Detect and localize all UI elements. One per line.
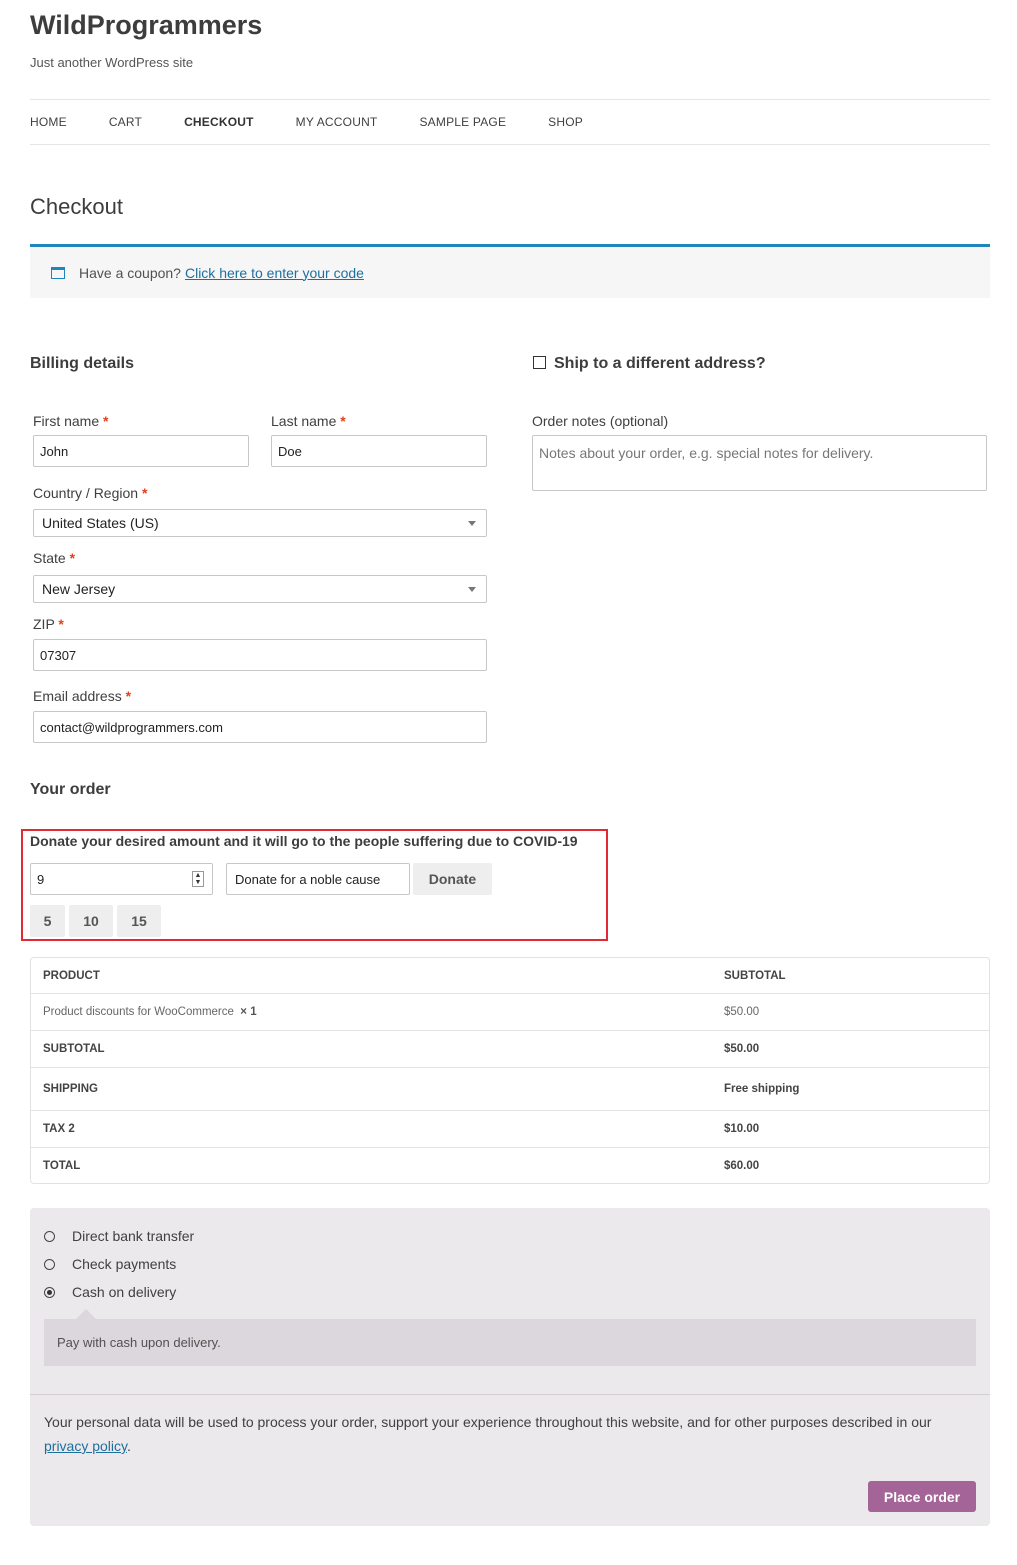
nav-divider-bottom [30, 144, 990, 145]
payment-method-bacs[interactable]: Direct bank transfer [44, 1228, 194, 1244]
chevron-down-icon [468, 586, 476, 592]
donation-amount-input[interactable]: 9 ▲ ▼ [30, 863, 213, 895]
coupon-notice: Have a coupon? Click here to enter your … [30, 244, 990, 298]
order-review-table: PRODUCT SUBTOTAL Product discounts for W… [30, 957, 990, 1184]
order-notes-label: Order notes (optional) [532, 413, 669, 429]
donation-cause-input[interactable]: Donate for a noble cause [226, 863, 410, 895]
subtotal-value: $50.00 [724, 1043, 760, 1055]
privacy-policy-link[interactable]: privacy policy [44, 1438, 127, 1454]
subtotal-label: SUBTOTAL [43, 1043, 105, 1055]
site-tagline: Just another WordPress site [30, 55, 194, 70]
radio-icon[interactable] [44, 1258, 55, 1270]
main-navigation: HOME CART CHECKOUT MY ACCOUNT SAMPLE PAG… [30, 100, 990, 144]
ship-different-address[interactable]: Ship to a different address? [533, 355, 766, 373]
radio-icon[interactable] [44, 1230, 55, 1242]
chevron-down-icon [468, 520, 476, 526]
donation-preset-5[interactable]: 5 [30, 905, 65, 937]
calendar-icon [51, 266, 65, 279]
total-value: $60.00 [724, 1159, 760, 1172]
radio-selected-icon[interactable] [44, 1286, 55, 1298]
tax-value: $10.00 [724, 1123, 760, 1135]
first-name-input[interactable]: John [33, 435, 249, 467]
subtotal-row: SUBTOTAL $50.00 [31, 1031, 989, 1068]
total-row: TOTAL $60.00 [31, 1148, 989, 1183]
donation-amount-value: 9 [37, 871, 45, 887]
state-select[interactable]: New Jersey [33, 575, 487, 603]
state-value: New Jersey [42, 581, 116, 597]
your-order-heading: Your order [30, 781, 111, 798]
subtotal-header: SUBTOTAL [724, 969, 786, 982]
state-label: State * [33, 550, 76, 566]
nav-cart[interactable]: CART [109, 115, 142, 129]
billing-heading: Billing details [30, 355, 135, 372]
donation-title: Donate your desired amount and it will g… [30, 833, 578, 849]
payment-section: Direct bank transfer Check payments Cash… [30, 1208, 990, 1526]
last-name-input[interactable]: Doe [271, 435, 487, 467]
shipping-row: SHIPPING Free shipping [31, 1068, 989, 1111]
coupon-link[interactable]: Click here to enter your code [185, 265, 364, 281]
nav-checkout[interactable]: CHECKOUT [184, 115, 254, 129]
donation-preset-10[interactable]: 10 [69, 905, 113, 937]
nav-shop[interactable]: SHOP [548, 115, 583, 129]
email-input[interactable]: contact@wildprogrammers.com [33, 711, 487, 743]
payment-method-cod[interactable]: Cash on delivery [44, 1284, 176, 1300]
ship-checkbox[interactable] [533, 356, 546, 369]
payment-method-cheque[interactable]: Check payments [44, 1256, 176, 1272]
payment-description: Pay with cash upon delivery. [44, 1309, 976, 1366]
shipping-label: SHIPPING [43, 1083, 98, 1095]
table-header-row: PRODUCT SUBTOTAL [31, 958, 989, 994]
payment-divider [30, 1394, 990, 1395]
country-select[interactable]: United States (US) [33, 509, 487, 537]
number-spinner-icon[interactable]: ▲ ▼ [192, 871, 204, 887]
email-label: Email address * [33, 688, 132, 704]
donation-preset-15[interactable]: 15 [117, 905, 161, 937]
table-row: Product discounts for WooCommerce × 1 $5… [31, 994, 989, 1031]
last-name-label: Last name * [271, 413, 346, 429]
tax-row: TAX 2 $10.00 [31, 1111, 989, 1148]
shipping-value: Free shipping [724, 1083, 800, 1095]
product-price: $50.00 [724, 1006, 760, 1018]
total-label: TOTAL [43, 1159, 81, 1172]
nav-my-account[interactable]: MY ACCOUNT [296, 115, 378, 129]
coupon-text: Have a coupon? [79, 264, 181, 281]
product-header: PRODUCT [43, 969, 100, 982]
tax-label: TAX 2 [43, 1123, 75, 1135]
page-title: Checkout [30, 194, 123, 219]
order-notes-textarea[interactable]: Notes about your order, e.g. special not… [532, 435, 987, 491]
product-cell: Product discounts for WooCommerce × 1 [43, 1006, 257, 1018]
nav-sample-page[interactable]: SAMPLE PAGE [419, 115, 506, 129]
place-order-button[interactable]: Place order [868, 1481, 976, 1512]
country-label: Country / Region * [33, 485, 148, 501]
first-name-label: First name * [33, 413, 109, 429]
zip-label: ZIP * [33, 616, 64, 632]
zip-input[interactable]: 07307 [33, 639, 487, 671]
site-title[interactable]: WildProgrammers [30, 10, 262, 41]
nav-home[interactable]: HOME [30, 115, 67, 129]
country-value: United States (US) [42, 515, 159, 531]
donate-button[interactable]: Donate [413, 863, 492, 895]
privacy-notice: Your personal data will be used to proce… [44, 1414, 932, 1454]
